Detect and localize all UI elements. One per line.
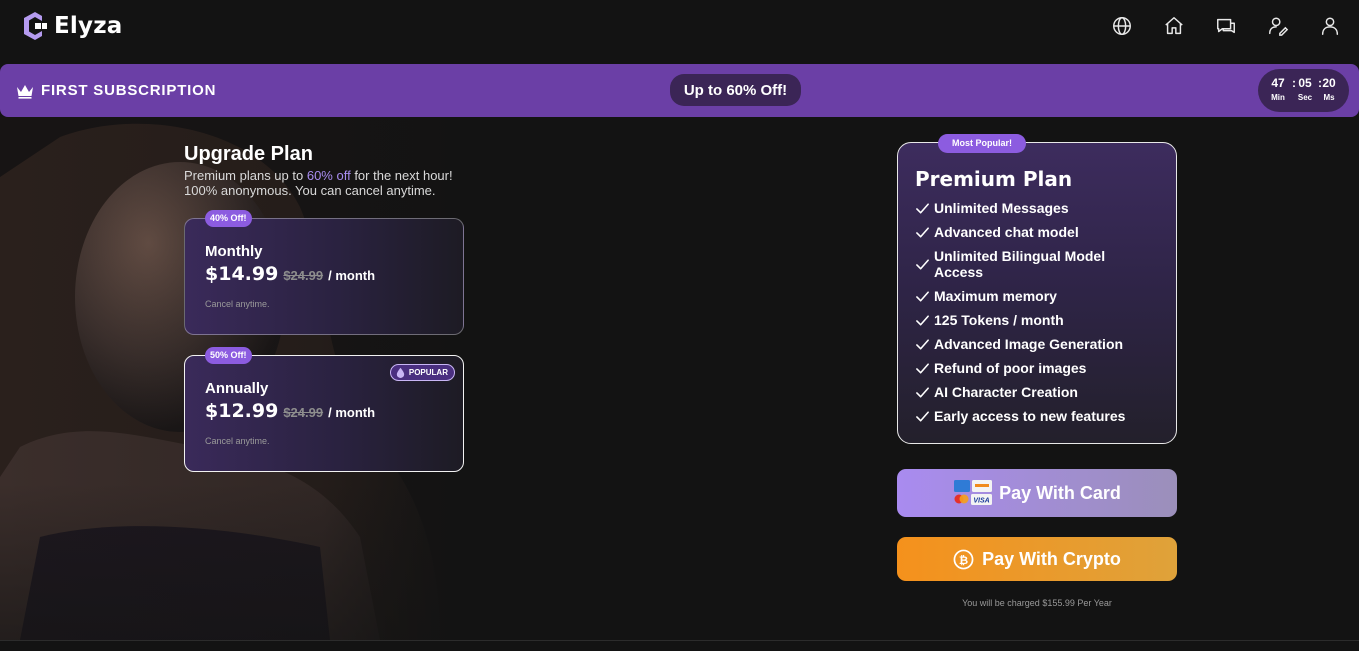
pay-card-label: Pay With Card (999, 482, 1121, 503)
edit-profile-icon[interactable] (1267, 15, 1289, 37)
upgrade-title: Upgrade Plan (184, 143, 313, 165)
svg-text:VISA: VISA (973, 498, 989, 505)
check-icon (916, 387, 929, 398)
footer-divider (0, 640, 1359, 641)
promo-label: FIRST SUBSCRIPTION (15, 64, 216, 117)
plan-price: $12.99 $24.99 / month (205, 400, 375, 422)
feature-item: 125 Tokens / month (915, 312, 1165, 328)
card-brands-icon: VISA (954, 480, 993, 505)
check-icon (916, 203, 929, 214)
plan-name: Monthly (205, 243, 263, 260)
bitcoin-icon: ₿ (953, 549, 974, 569)
check-icon (916, 291, 929, 302)
feature-item: Advanced chat model (915, 224, 1165, 240)
feature-item: Refund of poor images (915, 360, 1165, 376)
price-period: / month (328, 268, 376, 283)
pay-crypto-label: Pay With Crypto (982, 548, 1121, 569)
nav-icon-group (1111, 15, 1341, 37)
premium-plan-card: Most Popular! Premium Plan Unlimited Mes… (897, 134, 1177, 444)
cancel-note: Cancel anytime. (205, 299, 270, 309)
drop-icon (396, 367, 405, 378)
plan-option-monthly[interactable]: 40% Off! Monthly $14.99 $24.99 / month C… (184, 210, 464, 335)
countdown-timer: 47 Min : 05 Sec : 20 Ms (1258, 69, 1349, 112)
feature-list: Unlimited Messages Advanced chat model U… (915, 200, 1165, 432)
feature-item: AI Character Creation (915, 384, 1165, 400)
premium-title: Premium Plan (915, 167, 1073, 191)
current-price: $12.99 (205, 400, 279, 422)
cancel-note: Cancel anytime. (205, 436, 270, 446)
check-icon (916, 259, 929, 270)
discount-badge: 50% Off! (205, 347, 252, 364)
current-price: $14.99 (205, 263, 279, 285)
chat-icon[interactable] (1215, 15, 1237, 37)
plan-option-annually[interactable]: 50% Off! POPULAR Annually $12.99 $24.99 … (184, 347, 464, 472)
crown-icon (17, 84, 33, 99)
timer-seconds: 05 Sec (1297, 76, 1313, 103)
charge-note: You will be charged $155.99 Per Year (962, 598, 1112, 608)
popular-badge: POPULAR (389, 364, 455, 381)
feature-item: Maximum memory (915, 288, 1165, 304)
pay-with-card-button[interactable]: VISA Pay With Card (897, 469, 1177, 517)
check-icon (916, 315, 929, 326)
globe-icon[interactable] (1111, 15, 1133, 37)
check-icon (916, 363, 929, 374)
check-icon (916, 339, 929, 350)
original-price: $24.99 (283, 268, 324, 283)
plan-price: $14.99 $24.99 / month (205, 263, 375, 285)
discount-highlight: 60% off (306, 168, 351, 183)
feature-item: Unlimited Messages (915, 200, 1165, 216)
feature-item: Early access to new features (915, 408, 1165, 424)
feature-item: Advanced Image Generation (915, 336, 1165, 352)
promo-title: FIRST SUBSCRIPTION (41, 82, 217, 99)
plan-name: Annually (205, 380, 269, 397)
pay-with-crypto-button[interactable]: ₿ Pay With Crypto (897, 537, 1177, 581)
price-period: / month (328, 405, 376, 420)
timer-milliseconds: 20 Ms (1322, 76, 1336, 103)
brand-name: Elyza (54, 13, 123, 39)
promo-bar: FIRST SUBSCRIPTION Up to 60% Off! 47 Min… (0, 64, 1359, 117)
brand-logo[interactable]: Elyza (20, 10, 123, 42)
feature-item: Unlimited Bilingual Model Access (915, 248, 1165, 280)
top-nav: Elyza (0, 0, 1359, 64)
timer-minutes: 47 Min (1271, 76, 1285, 103)
upgrade-subtitle: Premium plans up to 60% off for the next… (184, 168, 453, 198)
elyza-logo-icon (24, 12, 47, 40)
original-price: $24.99 (283, 405, 324, 420)
svg-text:₿: ₿ (959, 552, 968, 566)
user-icon[interactable] (1319, 15, 1341, 37)
home-icon[interactable] (1163, 15, 1185, 37)
check-icon (916, 227, 929, 238)
check-icon (916, 411, 929, 422)
discount-pill: Up to 60% Off! (670, 74, 801, 106)
discount-badge: 40% Off! (205, 210, 252, 227)
most-popular-badge: Most Popular! (938, 134, 1026, 153)
